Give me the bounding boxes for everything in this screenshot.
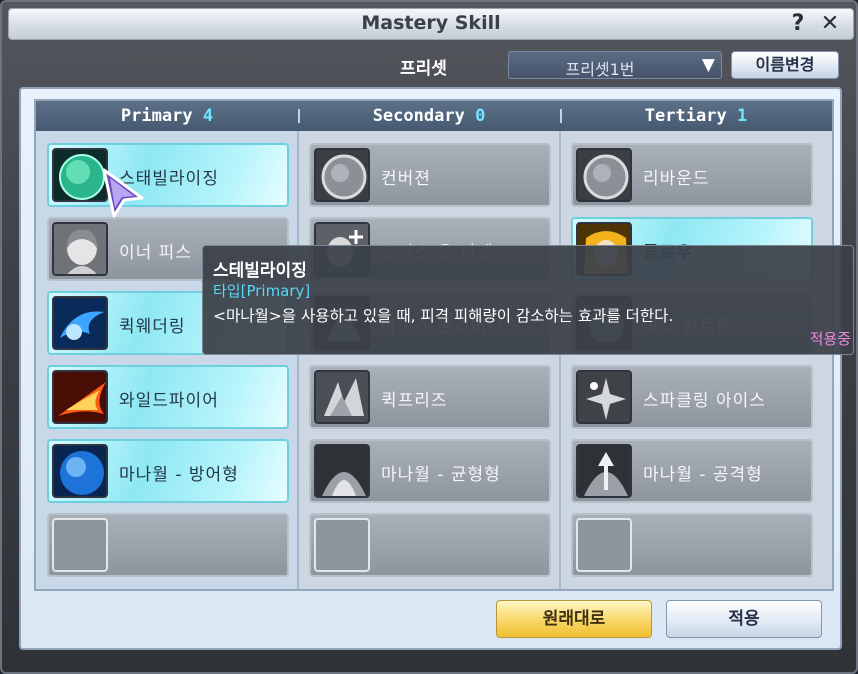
header-divider [298,109,300,123]
blue-orb-icon [52,444,108,498]
fire-icon [52,370,108,424]
help-button[interactable]: ? [785,11,811,37]
empty-skill-slot[interactable] [309,513,551,577]
skill-name: 마나월 - 균형형 [381,465,501,485]
skill-slot[interactable]: 컨버젼 [309,143,551,207]
preset-label: 프리셋 [400,59,447,79]
gray-orb-icon [576,148,632,202]
preset-dropdown[interactable]: 프리셋1번 ▼ [508,51,722,79]
skill-name: 리바운드 [643,169,710,189]
gray-orb-icon [314,148,370,202]
column-title: Secondary [372,106,465,126]
window-title: Mastery Skill [361,12,501,34]
reset-button[interactable]: 원래대로 [496,600,652,638]
tooltip-type: 타입[Primary] [213,282,311,300]
column-header-tertiary: Tertiary 1 [560,101,832,131]
empty-slot [52,518,108,572]
empty-slot [314,518,370,572]
column-count: 4 [202,106,214,126]
tooltip-description: <마나월>을 사용하고 있을 때, 피격 피해량이 감소하는 효과를 더한다. [213,307,674,325]
rename-button[interactable]: 이름변경 [731,51,839,79]
skill-slot[interactable]: 리바운드 [571,143,813,207]
skill-slot[interactable]: 마나월 - 방어형 [47,439,289,503]
portrait-icon [52,222,108,276]
preset-selected-value: 프리셋1번 [565,60,635,79]
close-button[interactable]: ✕ [817,11,843,37]
blue-swirl-icon [52,296,108,350]
column-count: 0 [475,106,486,126]
skill-name: 퀵웨더링 [119,317,186,337]
mastery-skill-window: Mastery Skill ? ✕ 프리셋 프리셋1번 ▼ 이름변경 Prima… [0,0,858,674]
cursor-icon [102,168,144,218]
header-divider [560,109,562,123]
skill-name: 스파클링 아이스 [643,391,766,411]
skill-slot[interactable]: 퀵프리즈 [309,365,551,429]
skill-slot[interactable]: 마나월 - 균형형 [309,439,551,503]
skill-name: 퀵프리즈 [381,391,448,411]
empty-skill-slot[interactable] [47,513,289,577]
tooltip-status: 적용중 [809,330,851,348]
mana-wall-attack-icon [576,444,632,498]
empty-slot [576,518,632,572]
tooltip-title: 스테빌라이징 [213,261,307,281]
skill-name: 와일드파이어 [119,391,219,411]
column-count: 1 [736,106,748,126]
crystal-icon [314,370,370,424]
column-header-primary: Primary 4 [36,101,298,131]
skill-name: 마나월 - 방어형 [119,465,239,485]
chevron-down-icon: ▼ [701,55,715,75]
skill-slot[interactable]: 와일드파이어 [47,365,289,429]
skill-slot[interactable]: 스태빌라이징 [47,143,289,207]
skill-slot[interactable]: 마나월 - 공격형 [571,439,813,503]
skill-name: 컨버젼 [381,169,431,189]
column-divider [559,131,561,589]
mana-wall-icon [314,444,370,498]
title-bar[interactable]: Mastery Skill ? ✕ [8,8,854,40]
skill-slot[interactable]: 스파클링 아이스 [571,365,813,429]
skill-name: 이너 피스 [119,243,192,263]
column-divider [297,131,299,589]
column-title: Primary [120,106,193,126]
skill-tooltip: 스테빌라이징 타입[Primary] <마나월>을 사용하고 있을 때, 피격 … [202,245,854,355]
sparkle-icon [576,370,632,424]
apply-button[interactable]: 적용 [666,600,822,638]
column-header-secondary: Secondary 0 [298,101,560,131]
empty-skill-slot[interactable] [571,513,813,577]
column-title: Tertiary [644,106,727,126]
skill-name: 마나월 - 공격형 [643,465,763,485]
